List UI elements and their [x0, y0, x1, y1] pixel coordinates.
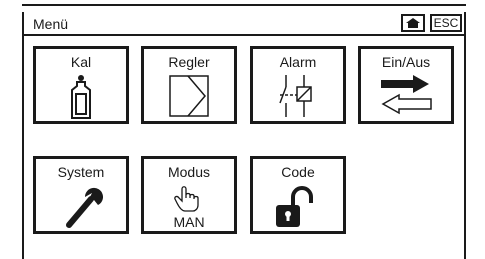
- tile-modus[interactable]: Modus MAN: [141, 156, 237, 234]
- tile-label-ein-aus: Ein/Aus: [381, 54, 431, 70]
- tile-label-regler: Regler: [168, 54, 210, 70]
- wrench-icon: [66, 187, 103, 228]
- tile-regler[interactable]: Regler: [141, 46, 237, 124]
- alarm-relay-icon: [279, 75, 312, 117]
- menu-title: Menü: [33, 16, 69, 32]
- calibration-bottle-icon: [71, 75, 91, 119]
- tile-label-modus: Modus: [167, 164, 211, 180]
- tile-label-code: Code: [281, 164, 315, 180]
- tile-label-system: System: [57, 164, 105, 180]
- controller-step-icon: [169, 75, 209, 117]
- tile-system[interactable]: System: [33, 156, 129, 234]
- tile-label-alarm: Alarm: [279, 54, 317, 70]
- tile-alarm[interactable]: Alarm: [250, 46, 346, 124]
- mode-man-label: MAN: [173, 214, 205, 230]
- tile-label-kal: Kal: [70, 54, 92, 70]
- tile-code[interactable]: Code: [250, 156, 346, 234]
- in-out-arrows-icon: [381, 75, 432, 115]
- top-divider-line: [22, 4, 466, 6]
- menu-panel: Menü ESC Kal Regler Alarm Ein/Aus System…: [22, 12, 466, 259]
- home-button[interactable]: [401, 14, 425, 32]
- menu-header: Menü ESC: [24, 12, 464, 36]
- esc-button[interactable]: ESC: [430, 14, 462, 32]
- unlocked-padlock-icon: [276, 186, 313, 227]
- tile-ein-aus[interactable]: Ein/Aus: [358, 46, 454, 124]
- tile-kal[interactable]: Kal: [33, 46, 129, 124]
- home-icon: [406, 18, 420, 28]
